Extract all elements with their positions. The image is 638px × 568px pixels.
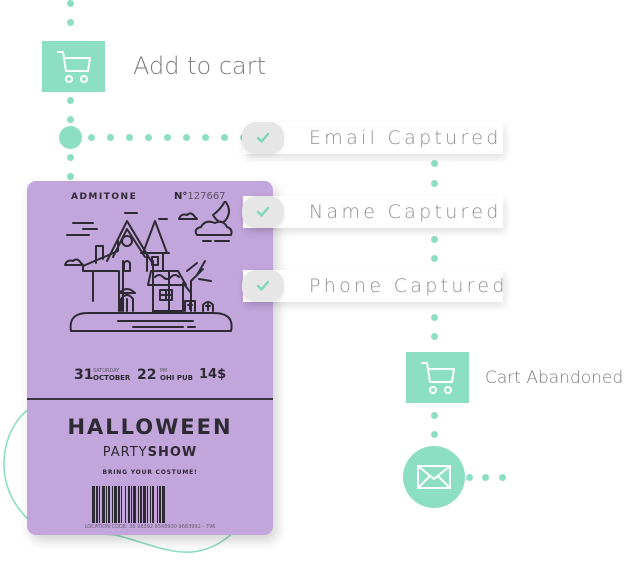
ticket-title: HALLOWEEN [67,415,233,439]
ticket-subtitle-light: PARTY [102,445,148,460]
ticket-venue: OHI PUB [160,374,194,382]
email-check-pill [242,122,284,154]
name-captured-card[interactable]: Name Captured [242,196,503,228]
email-captured-label: Email Captured [309,127,502,149]
email-node[interactable] [403,446,465,508]
ticket-tagline: BRING YOUR COSTUME! [102,469,198,476]
shopping-cart-icon [56,50,91,83]
ticket-day: 31 [74,367,94,383]
halloween-ticket: ADMITONE N°127667 31 SATURDAY OCTOBER 22… [27,181,273,535]
phone-captured-label: Phone Captured [309,275,508,297]
junction-node [59,126,82,149]
ticket-time: 22 [137,367,157,383]
name-check-pill [242,196,284,228]
envelope-icon [417,465,451,489]
shopping-cart-icon [420,361,455,394]
ticket-location-code: LOCATION CODE: 35 98392 8548930 9683992 … [84,524,216,530]
add-to-cart-label: Add to cart [133,52,266,80]
barcode [92,486,210,523]
barcode-bar [162,486,165,523]
email-captured-card[interactable]: Email Captured [242,122,503,154]
ticket-subtitle: PARTYSHOW [27,445,273,460]
ticket-subtitle-bold: SHOW [147,445,198,460]
cart-abandoned-label: Cart Abandoned [485,368,624,388]
cart-abandoned-node[interactable] [406,352,469,403]
check-icon [256,132,270,143]
name-captured-label: Name Captured [309,201,502,223]
phone-check-pill [242,270,284,302]
check-icon [256,280,270,291]
add-to-cart-node[interactable] [42,41,105,92]
haunted-house-illustration [64,201,233,332]
ticket-month: OCTOBER [93,374,131,382]
ticket-price: 14$ [199,367,227,382]
phone-captured-card[interactable]: Phone Captured [242,270,504,302]
ticket-divider [27,398,273,400]
check-icon [256,206,270,217]
